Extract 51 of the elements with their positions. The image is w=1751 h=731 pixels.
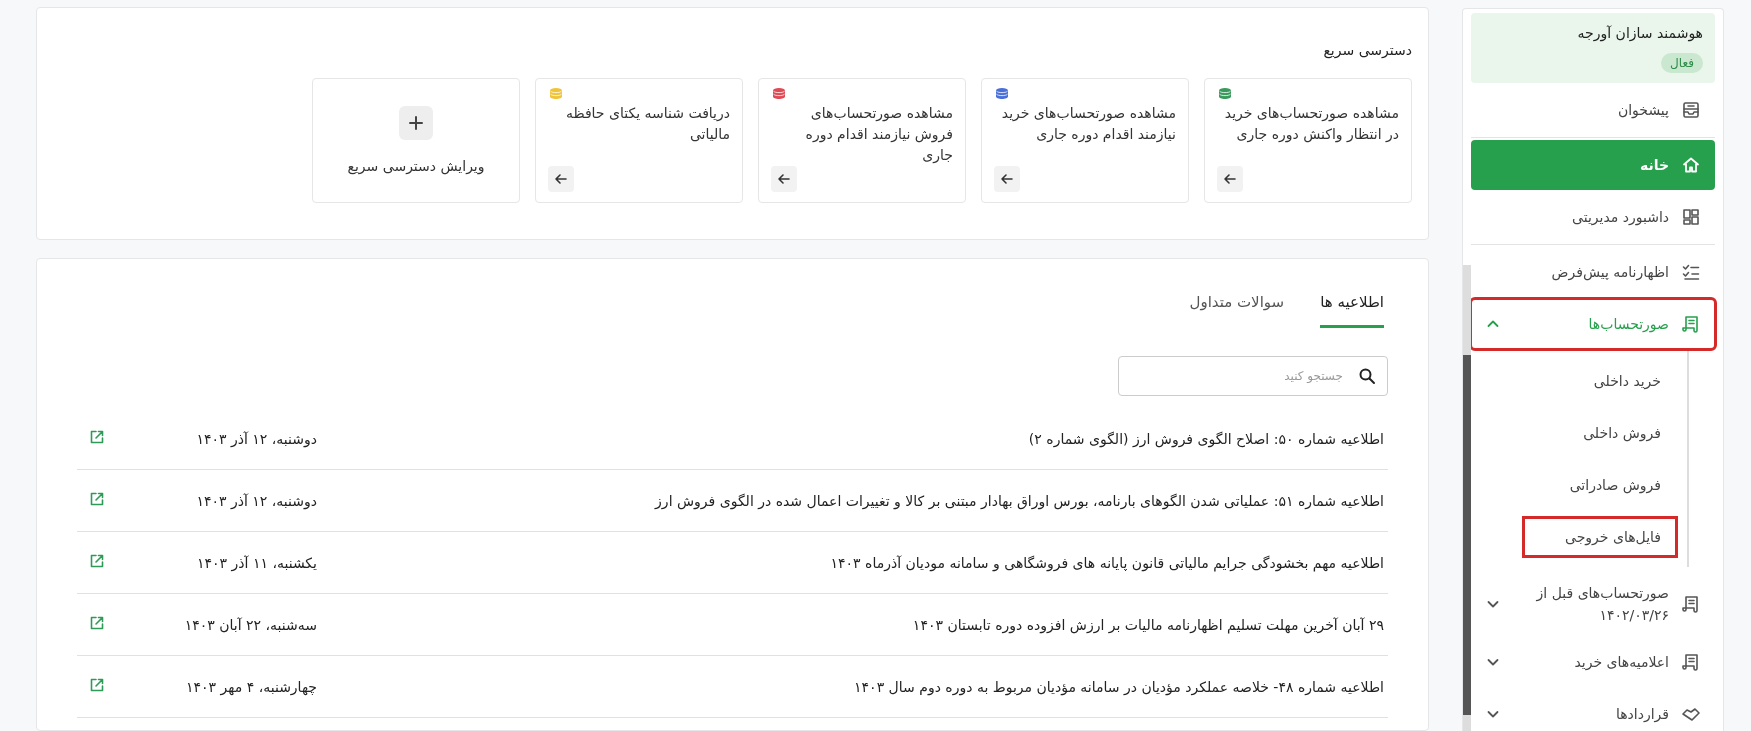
announcement-title[interactable]: اطلاعیه شماره ۵۰: اصلاح الگوی فروش ارز (الگوی شماره ۲) bbox=[317, 430, 1384, 447]
submenu-item[interactable]: فایل‌های خروجی bbox=[1525, 519, 1675, 555]
tab[interactable]: اطلاعیه ها bbox=[1320, 283, 1384, 328]
search-field[interactable]: جستجو کنید bbox=[1118, 356, 1388, 396]
receipt-icon bbox=[1681, 652, 1701, 672]
quick-access-card[interactable]: ویرایش دسترسی سریع bbox=[312, 78, 520, 203]
announcement-title[interactable]: ۲۹ آبان آخرین مهلت تسلیم اظهارنامه مالیات بر ارزش افزوده دوره تابستان ۱۴۰۳ bbox=[317, 616, 1384, 633]
scrollbar[interactable] bbox=[1463, 265, 1471, 731]
arrow-left-icon[interactable] bbox=[548, 166, 574, 192]
checklist-icon bbox=[1681, 262, 1701, 282]
arrow-left-icon[interactable] bbox=[994, 166, 1020, 192]
arrow-left-icon[interactable] bbox=[771, 166, 797, 192]
card-title: دریافت شناسه یکتای حافظه مالیاتی bbox=[564, 104, 730, 144]
inbox-icon bbox=[1681, 100, 1701, 120]
announcement-title[interactable]: اطلاعیه شماره ۵۱: عملیاتی شدن الگوهای بارنامه، بورس اوراق بهادار مبتنی بر کالا و تغییرات اعمال شده در الگوی فروش ارز bbox=[317, 492, 1384, 509]
sidebar-item[interactable]: قراردادها bbox=[1471, 689, 1715, 731]
status-badge: فعال bbox=[1661, 53, 1703, 73]
organization-name: هوشمند سازان آورجه bbox=[1577, 25, 1703, 41]
announcement-title[interactable]: اطلاعیه مهم بخشودگی جرایم مالیاتی قانون پایانه های فروشگاهی و سامانه مودیان آذرماه ۱۴۰۳ bbox=[317, 554, 1384, 571]
submenu-item[interactable]: فروش صادراتی bbox=[1529, 467, 1675, 503]
arrow-left-icon[interactable] bbox=[1217, 166, 1243, 192]
home-icon bbox=[1681, 155, 1701, 175]
search-icon bbox=[1358, 367, 1376, 385]
quick-access-card[interactable]: مشاهده صورتحساب‌های خرید نیازمند اقدام دوره جاری bbox=[981, 78, 1189, 203]
receipt-icon bbox=[1681, 594, 1701, 614]
sidebar-item[interactable]: اظهارنامه پیش‌فرض bbox=[1471, 247, 1715, 297]
announcement-date: چهارشنبه، ۴ مهر ۱۴۰۳ bbox=[185, 678, 317, 695]
scrollbar-thumb[interactable] bbox=[1463, 355, 1471, 715]
tab[interactable]: سوالات متداول bbox=[1189, 283, 1285, 328]
section-title: دسترسی سریع bbox=[1322, 42, 1412, 58]
card-title: ویرایش دسترسی سریع bbox=[347, 157, 485, 174]
plus-icon[interactable] bbox=[399, 105, 433, 140]
announcement-title[interactable]: اطلاعیه شماره ۴۸- خلاصه عملکرد مؤدیان در سامانه مؤدیان مربوط به دوره دوم سال ۱۴۰۳ bbox=[317, 678, 1384, 695]
announcement-date: سه‌شنبه، ۲۲ آبان ۱۴۰۳ bbox=[183, 616, 317, 633]
card-title: مشاهده صورتحساب‌های فروش نیازمند اقدام دوره جاری bbox=[804, 104, 953, 166]
dashboard-icon bbox=[1681, 207, 1701, 227]
sidebar-item[interactable]: اعلامیه‌های خرید bbox=[1471, 637, 1715, 687]
receipt-icon bbox=[1681, 314, 1701, 334]
card-title: مشاهده صورتحساب‌های خرید نیازمند اقدام دوره جاری bbox=[1000, 104, 1176, 145]
quick-access-card[interactable]: مشاهده صورتحساب‌های خرید در انتظار واکنش دوره جاری bbox=[1204, 78, 1412, 203]
sidebar-item[interactable]: داشبورد مدیریتی bbox=[1471, 192, 1715, 242]
announcement-date: یکشنبه، ۱۱ آذر ۱۴۰۳ bbox=[196, 554, 317, 571]
announcement-date: دوشنبه، ۱۲ آذر ۱۴۰۳ bbox=[195, 430, 317, 447]
card-title: مشاهده صورتحساب‌های خرید در انتظار واکنش دوره جاری bbox=[1223, 104, 1399, 145]
sidebar-item[interactable]: صورتحساب‌های قبل از ۱۴۰۲/۰۳/۲۶ bbox=[1471, 573, 1715, 635]
quick-access-card[interactable]: دریافت شناسه یکتای حافظه مالیاتی bbox=[535, 78, 743, 203]
sidebar-item[interactable]: پیشخوان bbox=[1471, 85, 1715, 135]
submenu-item[interactable]: خرید داخلی bbox=[1553, 363, 1675, 399]
submenu-item[interactable]: فروش داخلی bbox=[1543, 415, 1675, 451]
quick-access-card[interactable]: مشاهده صورتحساب‌های فروش نیازمند اقدام دوره جاری bbox=[758, 78, 966, 203]
announcement-date: دوشنبه، ۱۲ آذر ۱۴۰۳ bbox=[195, 492, 317, 509]
